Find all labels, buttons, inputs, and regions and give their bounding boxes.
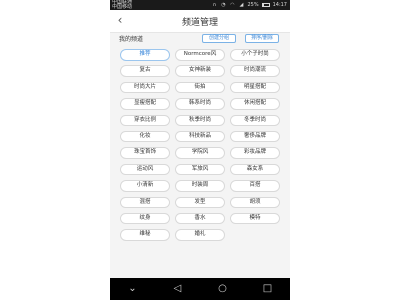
channel-chip[interactable]: 婚礼 [175,229,225,241]
status-time: 14:17 [272,1,287,8]
carrier-info: 中国联通 中国移动 [112,0,132,10]
channel-chip[interactable]: 街拍 [175,81,225,94]
channel-chip[interactable]: 小个子时尚 [230,49,280,61]
channel-chip[interactable]: 科技新品 [175,130,225,143]
channel-chip[interactable]: 军旅风 [175,163,225,176]
channel-chip[interactable]: Normcore风 [175,49,225,61]
wifi-icon: ◠ [230,1,235,8]
system-nav-bar: ⌄ ◁ ○ □ [110,278,290,300]
channel-chip[interactable]: 时尚大片 [120,81,170,94]
channel-chip[interactable]: 维秘 [120,229,170,241]
headset-icon: ∩ [212,1,217,8]
battery-icon [261,3,270,7]
channel-chip[interactable]: 纹身 [120,212,170,225]
create-group-button[interactable]: 创建分组 [202,34,236,43]
channel-chip[interactable]: 小清新 [120,180,170,192]
channel-chip[interactable]: 混搭 [120,196,170,209]
channel-chip[interactable]: 胡须 [230,196,280,209]
channel-chip[interactable]: 秋季时尚 [175,114,225,127]
channel-chip[interactable]: 复古 [120,65,170,77]
sort-delete-button[interactable]: 排序/删除 [245,34,279,43]
status-icons: ∩ ◔ ◠ ◢ 25% 14:17 [211,2,287,8]
channel-chip[interactable]: 香水 [175,212,225,225]
alarm-icon: ◔ [221,1,226,8]
channel-chip[interactable]: 奢侈品牌 [230,130,280,143]
page-title: 频道管理 [181,18,218,28]
chevron-down-icon[interactable]: ⌄ [126,282,140,296]
channel-chip[interactable]: 显瘦搭配 [120,98,170,110]
channel-chip[interactable]: 化妆 [120,130,170,143]
triangle-back-icon[interactable]: ◁ [171,282,185,296]
my-channels-header: 我的频道 创建分组 排序/删除 [110,32,290,46]
channel-chip[interactable]: 休闲搭配 [230,98,280,110]
channel-chip[interactable]: 推荐 [120,49,170,61]
channel-chip[interactable]: 穿衣比例 [120,114,170,127]
channel-chip[interactable]: 运动风 [120,163,170,176]
square-recent-icon[interactable]: □ [261,282,275,296]
channel-chip[interactable]: 珠宝首饰 [120,147,170,159]
channel-chip[interactable]: 韩系时尚 [175,98,225,110]
channel-chip[interactable]: 时装周 [175,180,225,192]
channel-chip[interactable]: 百搭 [230,180,280,192]
channel-chip[interactable]: 明星搭配 [230,81,280,94]
circle-home-icon[interactable]: ○ [216,282,230,296]
battery-percent: 25% [247,1,259,8]
channel-chip[interactable]: 森女系 [230,163,280,176]
phone-screen: 中国联通 中国移动 ∩ ◔ ◠ ◢ 25% 14:17 ‹ 频道管理 我的频道 … [110,0,290,300]
channel-chip[interactable]: 女神新装 [175,65,225,77]
channel-chip[interactable]: 时尚潮流 [230,65,280,77]
header-bar: ‹ 频道管理 [110,10,290,33]
status-bar: 中国联通 中国移动 ∩ ◔ ◠ ◢ 25% 14:17 [110,0,290,10]
my-channels-title: 我的频道 [119,36,144,43]
channel-chip[interactable]: 彩妆品牌 [230,147,280,159]
channel-chip[interactable]: 发型 [175,196,225,209]
channel-chip[interactable]: 模特 [230,212,280,225]
channel-grid: 推荐 Normcore风 小个子时尚复古 女神新装 时尚潮流时尚大片 街拍 明星搭配显瘦搭配… [120,49,280,241]
channel-chip[interactable]: 冬季时尚 [230,114,280,127]
signal-icon: ◢ [239,1,244,8]
channel-chip[interactable]: 学院风 [175,147,225,159]
